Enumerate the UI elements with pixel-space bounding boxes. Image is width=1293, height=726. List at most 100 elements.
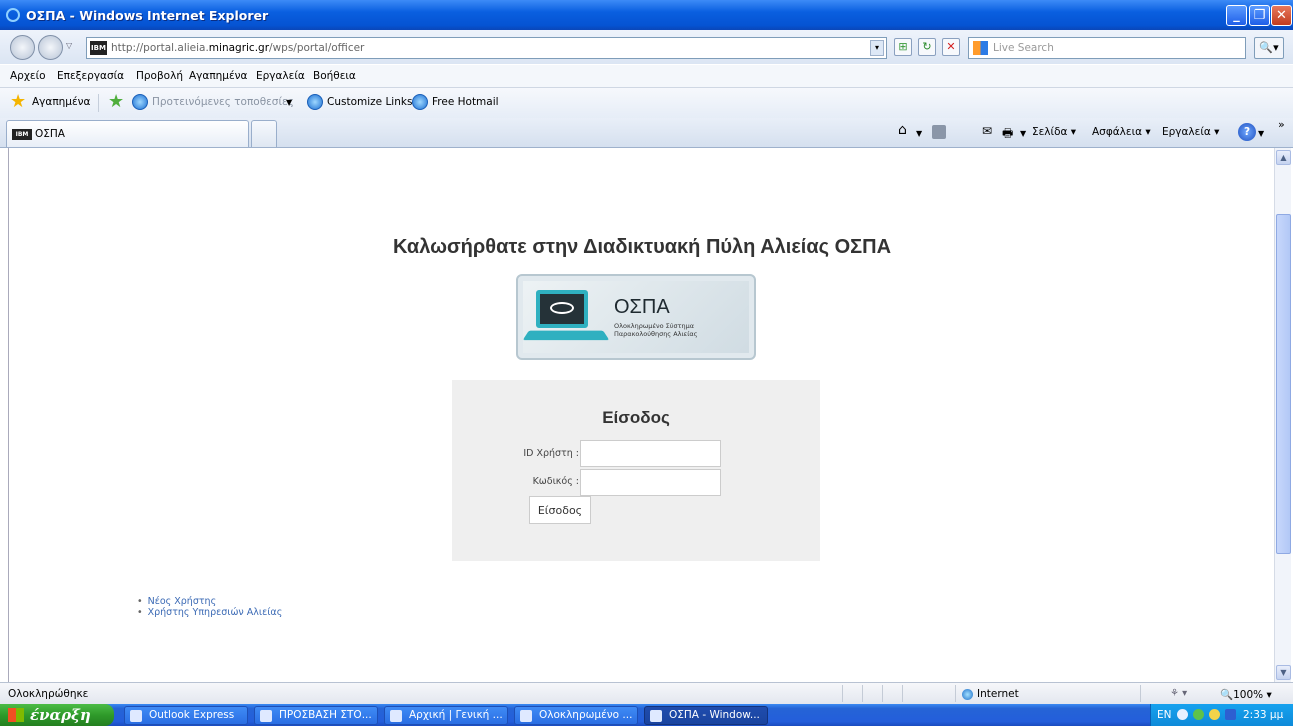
login-button[interactable]: Είσοδος <box>529 496 591 524</box>
close-button[interactable]: ✕ <box>1271 5 1292 26</box>
back-button[interactable] <box>10 35 35 60</box>
tray-arrow-icon[interactable] <box>1177 709 1188 720</box>
tab-row: IBM ΟΣΠΑ ⌂ ▼ ✉ 🖶 ▼ Σελίδα ▾ Ασφάλεια ▾ Ε… <box>0 118 1293 148</box>
ie-logo-icon <box>6 8 20 22</box>
ie-icon <box>520 710 532 722</box>
globe-icon <box>962 689 973 700</box>
vertical-scrollbar[interactable]: ▲ ▼ <box>1274 148 1291 682</box>
add-favorite-icon[interactable]: ★ <box>108 93 124 111</box>
scrollbar-thumb[interactable] <box>1276 214 1291 554</box>
menu-view[interactable]: Προβολή <box>136 70 183 82</box>
address-url[interactable]: http://portal.alieia.minagric.gr/wps/por… <box>111 42 364 54</box>
page-menu[interactable]: Σελίδα ▾ <box>1032 126 1076 138</box>
language-indicator[interactable]: EN <box>1157 709 1172 721</box>
password-label: Κωδικός : <box>532 476 579 487</box>
taskbar-item-ospa[interactable]: ΟΣΠΑ - Window... <box>644 706 768 725</box>
safety-menu[interactable]: Ασφάλεια ▾ <box>1092 126 1151 138</box>
window-title: ΟΣΠΑ - Windows Internet Explorer <box>26 8 269 23</box>
system-tray: EN 2:33 μμ <box>1150 704 1293 726</box>
tab-favicon-icon: IBM <box>12 129 32 140</box>
read-mail-icon[interactable]: ✉ <box>982 124 992 138</box>
menu-bar: Αρχείο Επεξεργασία Προβολή Αγαπημένα Εργ… <box>0 64 1293 88</box>
search-placeholder: Live Search <box>993 42 1054 54</box>
tray-network-icon[interactable] <box>1193 709 1204 720</box>
suggested-sites-link[interactable]: Προτεινόμενες τοποθεσίες <box>152 96 294 108</box>
search-button[interactable]: 🔍▾ <box>1254 37 1284 59</box>
status-divider <box>1140 685 1141 702</box>
print-dropdown-icon[interactable]: ▼ <box>1020 129 1026 138</box>
logo-name: ΟΣΠΑ <box>614 296 670 318</box>
refresh-icon[interactable]: ↻ <box>918 38 936 56</box>
protected-mode-icon[interactable]: ⚘ ▾ <box>1170 688 1187 699</box>
live-search-icon <box>973 41 988 55</box>
status-divider <box>902 685 903 702</box>
help-dropdown-icon[interactable]: ▼ <box>1258 129 1264 138</box>
status-text: Ολοκληρώθηκε <box>8 688 89 700</box>
login-panel: Είσοδος ID Χρήστη : Κωδικός : Είσοδος <box>452 380 820 561</box>
address-toolbar: ▽ IBM http://portal.alieia.minagric.gr/w… <box>0 30 1293 64</box>
favorites-star-icon[interactable]: ★ <box>10 93 26 111</box>
tools-menu[interactable]: Εργαλεία ▾ <box>1162 126 1219 138</box>
new-tab-button[interactable] <box>251 120 277 147</box>
status-bar: Ολοκληρώθηκε Internet ⚘ ▾ 🔍100% ▾ <box>0 682 1293 704</box>
taskbar: έναρξη Outlook Express ΠΡΟΣΒΑΣΗ ΣΤΟ... Α… <box>0 704 1293 726</box>
hotmail-link[interactable]: Free Hotmail <box>432 96 499 108</box>
new-user-link[interactable]: Νέος Χρήστης <box>137 596 282 607</box>
taskbar-item-oloklirwmeno[interactable]: Ολοκληρωμένο ... <box>514 706 638 725</box>
customize-links-link[interactable]: Customize Links <box>327 96 412 108</box>
favorites-button-label[interactable]: Αγαπημένα <box>32 96 90 108</box>
logo-subtitle: Ολοκληρωμένο Σύστημα Παρακολούθησης Αλιε… <box>614 322 698 338</box>
login-title: Είσοδος <box>602 408 670 427</box>
home-dropdown-icon[interactable]: ▼ <box>916 129 922 138</box>
status-divider <box>862 685 863 702</box>
menu-tools[interactable]: Εργαλεία <box>256 70 305 82</box>
fishery-services-user-link[interactable]: Χρήστης Υπηρεσιών Αλιείας <box>137 607 283 618</box>
menu-edit[interactable]: Επεξεργασία <box>57 70 124 82</box>
history-dropdown-icon[interactable]: ▽ <box>66 41 72 50</box>
password-input[interactable] <box>580 469 721 496</box>
page-heading: Καλωσήρθατε στην Διαδικτυακή Πύλη Αλιεία… <box>392 236 892 258</box>
document-icon <box>260 710 272 722</box>
security-zone[interactable]: Internet <box>962 688 1019 700</box>
tray-security-icon[interactable] <box>1209 709 1220 720</box>
scroll-down-icon[interactable]: ▼ <box>1276 665 1291 680</box>
favorites-bar: ★ Αγαπημένα ★ Προτεινόμενες τοποθεσίες ▼… <box>0 88 1293 118</box>
status-divider <box>955 685 956 702</box>
taskbar-item-arxiki[interactable]: Αρχική | Γενική ... <box>384 706 508 725</box>
search-box[interactable]: Live Search <box>968 37 1246 59</box>
home-icon[interactable]: ⌂ <box>898 122 907 138</box>
tab-ospa[interactable]: IBM ΟΣΠΑ <box>6 120 249 147</box>
zoom-level[interactable]: 🔍100% ▾ <box>1220 688 1272 701</box>
user-id-input[interactable] <box>580 440 721 467</box>
ie-icon <box>390 710 402 722</box>
stop-icon[interactable]: ✕ <box>942 38 960 56</box>
suggested-dropdown-icon[interactable]: ▼ <box>286 98 292 107</box>
minimize-button[interactable]: _ <box>1226 5 1247 26</box>
taskbar-item-prosvasi[interactable]: ΠΡΟΣΒΑΣΗ ΣΤΟ... <box>254 706 378 725</box>
taskbar-item-outlook[interactable]: Outlook Express <box>124 706 248 725</box>
windows-flag-icon <box>8 708 24 722</box>
print-icon[interactable]: 🖶 <box>1002 124 1013 145</box>
laptop-base <box>522 330 610 341</box>
site-favicon-icon: IBM <box>90 41 107 55</box>
chevron-more-icon[interactable]: » <box>1278 118 1285 131</box>
maximize-button[interactable]: ❐ <box>1249 5 1270 26</box>
help-icon[interactable]: ? <box>1238 123 1256 141</box>
ospa-logo: ΟΣΠΑ Ολοκληρωμένο Σύστημα Παρακολούθησης… <box>516 274 756 360</box>
menu-file[interactable]: Αρχείο <box>10 70 46 82</box>
compatibility-icon[interactable]: ⊞ <box>894 38 912 56</box>
menu-favorites[interactable]: Αγαπημένα <box>189 70 247 82</box>
favbar-divider <box>98 94 99 112</box>
tray-monitor-icon[interactable] <box>1225 709 1236 720</box>
scroll-up-icon[interactable]: ▲ <box>1276 150 1291 165</box>
address-dropdown-icon[interactable]: ▾ <box>870 40 884 56</box>
outlook-icon <box>130 710 142 722</box>
menu-help[interactable]: Βοήθεια <box>313 70 356 82</box>
forward-button[interactable] <box>38 35 63 60</box>
address-field[interactable]: IBM http://portal.alieia.minagric.gr/wps… <box>86 37 887 59</box>
feeds-icon[interactable] <box>932 125 946 139</box>
start-button[interactable]: έναρξη <box>0 704 114 726</box>
tab-label: ΟΣΠΑ <box>35 128 65 140</box>
clock[interactable]: 2:33 μμ <box>1243 709 1283 721</box>
fish-icon <box>550 302 574 314</box>
